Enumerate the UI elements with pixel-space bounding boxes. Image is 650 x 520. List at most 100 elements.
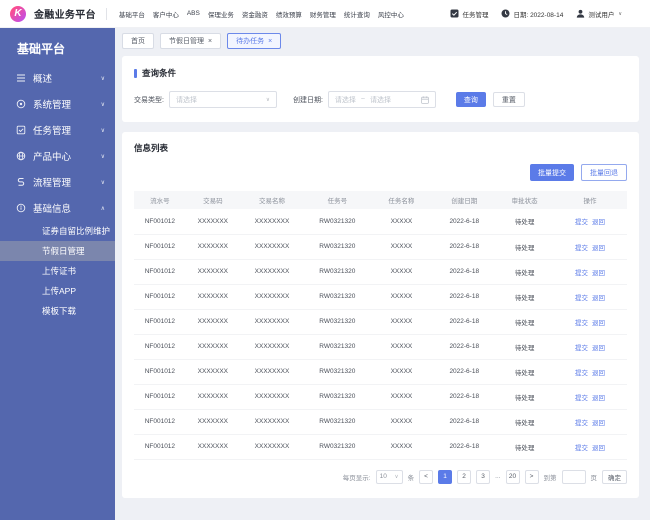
table-cell: RW0321320 [304, 309, 371, 335]
sidebar-subitem-holiday-mgmt[interactable]: 节假日管理 [0, 241, 115, 261]
table-cell: XXXXX [370, 434, 433, 460]
submit-action-link[interactable]: 提交 [575, 320, 588, 327]
topnav-item-9[interactable]: 风控中心 [376, 7, 406, 21]
table-body: NF001012 XXXXXXX XXXXXXXX RW0321320 XXXXX 202… [134, 209, 627, 460]
table-cell: RW0321320 [304, 434, 371, 460]
topnav-item-4[interactable]: 保理业务 [206, 7, 236, 21]
sidebar-item-system-mgmt[interactable]: 系统管理 ∨ [0, 91, 115, 117]
table-cell: XXXXX [370, 209, 433, 235]
table-row: NF001012 XXXXXXX XXXXXXXX RW0321320 XXXXX 202… [134, 209, 627, 235]
chevron-down-icon: ∨ [100, 127, 105, 134]
table-cell: NF001012 [134, 284, 186, 310]
close-icon[interactable]: × [208, 38, 212, 45]
tab-todo-tasks[interactable]: 待办任务 × [227, 33, 282, 49]
table-cell-actions: 提交 退回 [552, 359, 627, 385]
search-button[interactable]: 查询 [455, 92, 486, 107]
topnav-item-6[interactable]: 绩效预算 [274, 7, 304, 21]
submit-action-link[interactable]: 提交 [575, 395, 588, 402]
return-action-link[interactable]: 退回 [592, 320, 605, 327]
table-cell: 2022-6-18 [432, 234, 497, 260]
table-cell: 2022-6-18 [432, 434, 497, 460]
topnav-item-7[interactable]: 财务管理 [308, 7, 338, 21]
topnav-item-3[interactable]: ABS [185, 8, 202, 19]
topnav-item-8[interactable]: 统计查询 [342, 7, 372, 21]
batch-submit-button[interactable]: 批量提交 [530, 164, 574, 181]
submit-action-link[interactable]: 提交 [575, 270, 588, 277]
table-cell: NF001012 [134, 334, 186, 360]
table-cell: NF001012 [134, 309, 186, 335]
pagination: 每页显示: 10 ∨ 条 <1 2 3... 20 > 到第 页确定 [134, 469, 627, 484]
sidebar-subitem-template-download[interactable]: 模板下载 [0, 301, 115, 321]
close-icon[interactable]: × [268, 38, 272, 45]
return-action-link[interactable]: 退回 [592, 219, 605, 226]
sidebar: 基础平台 概述 ∨ 系统管理 ∨ 任务管理 ∨ 产品中心 ∨ 流程管理 ∨ 基础信息 ∧ 证券自留比例维… [0, 28, 115, 520]
topnav-item-1[interactable]: 基础平台 [117, 7, 147, 21]
prev-page-button[interactable]: < [419, 469, 434, 484]
return-action-link[interactable]: 退回 [592, 420, 605, 427]
return-action-link[interactable]: 退回 [592, 370, 605, 377]
table-cell: XXXXX [370, 259, 433, 285]
info-icon [16, 203, 26, 213]
next-page-button[interactable]: > [524, 469, 539, 484]
page-button-2[interactable]: 2 [457, 469, 472, 484]
goto-page-input[interactable] [561, 469, 586, 484]
per-page-select[interactable]: 10 ∨ [375, 469, 403, 484]
transaction-type-select[interactable]: 请选择 ∨ [168, 91, 277, 108]
task-manage-label: 任务管理 [462, 11, 489, 19]
sidebar-submenu: 证券自留比例维护 节假日管理 上传证书 上传APP 模板下载 [0, 221, 115, 321]
table-header: 流水号 交易码 交易名称 任务号 任务名称 创建日期 审批状态 操作 [134, 191, 627, 209]
batch-rollback-button[interactable]: 批量回退 [581, 164, 627, 181]
table-cell-actions: 提交 退回 [552, 209, 627, 235]
return-action-link[interactable]: 退回 [592, 445, 605, 452]
table-cell-actions: 提交 退回 [552, 234, 627, 260]
return-action-link[interactable]: 退回 [592, 245, 605, 252]
topnav-item-2[interactable]: 客户中心 [151, 7, 181, 21]
sidebar-item-product-center[interactable]: 产品中心 ∨ [0, 143, 115, 169]
submit-action-link[interactable]: 提交 [575, 295, 588, 302]
submit-action-link[interactable]: 提交 [575, 370, 588, 377]
column-header-8: 操作 [552, 191, 627, 209]
table-row: NF001012 XXXXXXX XXXXXXXX RW0321320 XXXXX 202… [134, 409, 627, 435]
page-button-1[interactable]: 1 [438, 469, 453, 484]
tab-holiday-mgmt[interactable]: 节假日管理 × [160, 33, 222, 49]
sidebar-item-process-mgmt[interactable]: 流程管理 ∨ [0, 169, 115, 195]
topbar-right: 任务管理 日期: 2022-08-14 测试用户 ∨ [450, 9, 622, 19]
sidebar-item-overview[interactable]: 概述 ∨ [0, 65, 115, 91]
page-button-20[interactable]: 20 [505, 469, 520, 484]
submit-action-link[interactable]: 提交 [575, 420, 588, 427]
sidebar-item-label: 系统管理 [33, 100, 72, 111]
submit-action-link[interactable]: 提交 [575, 445, 588, 452]
user-menu[interactable]: 测试用户 ∨ [576, 9, 622, 19]
reset-button[interactable]: 重置 [492, 92, 525, 107]
submit-action-link[interactable]: 提交 [575, 245, 588, 252]
topnav-item-5[interactable]: 资金融资 [240, 7, 270, 21]
return-action-link[interactable]: 退回 [592, 345, 605, 352]
return-action-link[interactable]: 退回 [592, 395, 605, 402]
page-button-3[interactable]: 3 [476, 469, 491, 484]
sidebar-subitem-upload-app[interactable]: 上传APP [0, 281, 115, 301]
create-date-range-picker[interactable]: 请选择 ~ 请选择 [327, 91, 436, 108]
tab-label: 待办任务 [236, 38, 265, 45]
return-action-link[interactable]: 退回 [592, 295, 605, 302]
table-cell: XXXXXXXX [239, 309, 305, 335]
submit-action-link[interactable]: 提交 [575, 219, 588, 226]
sidebar-item-task-mgmt[interactable]: 任务管理 ∨ [0, 117, 115, 143]
system-icon [16, 99, 26, 109]
task-manage-entry[interactable]: 任务管理 [450, 9, 488, 19]
tab-home[interactable]: 首页 [122, 33, 154, 49]
table-cell: 2022-6-18 [432, 384, 497, 410]
table-cell: XXXXXXXX [239, 209, 305, 235]
table-cell: XXXXXXX [185, 334, 240, 360]
sidebar-subitem-security-retain-ratio[interactable]: 证券自留比例维护 [0, 221, 115, 241]
table-cell: XXXXXXXX [239, 334, 305, 360]
table-cell: XXXXX [370, 309, 433, 335]
sidebar-subitem-upload-cert[interactable]: 上传证书 [0, 261, 115, 281]
submit-action-link[interactable]: 提交 [575, 345, 588, 352]
goto-confirm-button[interactable]: 确定 [602, 469, 627, 484]
query-title-text: 查询条件 [142, 68, 177, 78]
sidebar-item-basic-info[interactable]: 基础信息 ∧ [0, 195, 115, 221]
chevron-down-icon: ∨ [394, 473, 399, 480]
return-action-link[interactable]: 退回 [592, 270, 605, 277]
sidebar-item-label: 任务管理 [33, 126, 72, 137]
table-cell: XXXXXXX [185, 284, 240, 310]
